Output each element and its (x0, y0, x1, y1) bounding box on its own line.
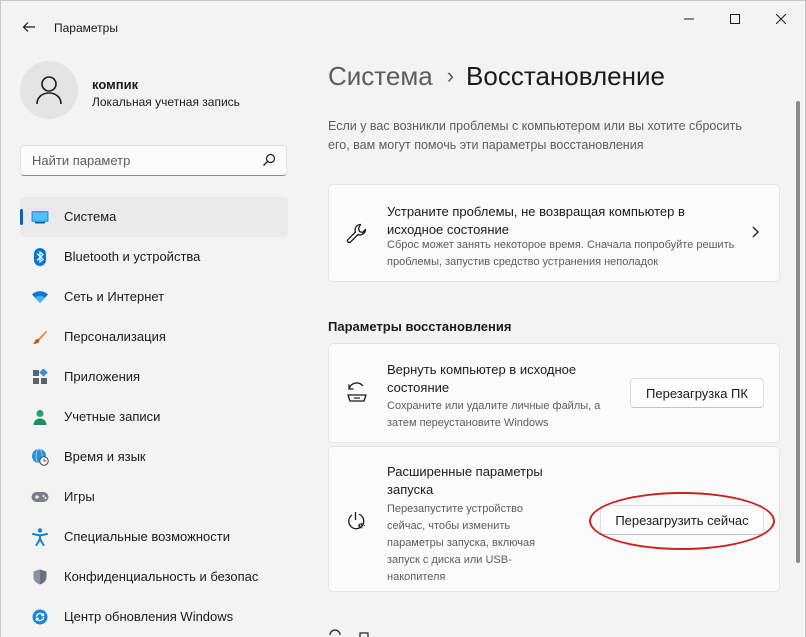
breadcrumb-separator: › (446, 63, 455, 88)
sidebar-item-personalization[interactable]: Персонализация (20, 317, 288, 357)
troubleshoot-description: Сброс может занять некоторое время. Снач… (387, 239, 735, 268)
shield-icon (31, 568, 49, 586)
sidebar-item-label: Система (64, 209, 117, 224)
section-title: Параметры восстановления (328, 319, 512, 334)
arrow-left-icon (22, 22, 35, 32)
maximize-button[interactable] (712, 7, 758, 31)
sidebar-item-system[interactable]: Система (20, 197, 288, 237)
wifi-icon (31, 288, 49, 306)
next-section-peek (328, 626, 388, 637)
person-icon (31, 408, 49, 426)
sidebar-item-label: Конфиденциальность и безопас (64, 569, 259, 584)
advanced-startup-description: Перезапустите устройство сейчас, чтобы и… (387, 503, 536, 583)
page-description: Если у вас возникли проблемы с компьютер… (328, 119, 742, 152)
reset-pc-button[interactable]: Перезагрузка ПК (630, 378, 764, 408)
sidebar-item-time-language[interactable]: Время и язык (20, 437, 288, 477)
sidebar-item-apps[interactable]: Приложения (20, 357, 288, 397)
sidebar-item-windows-update[interactable]: Центр обновления Windows (20, 597, 288, 637)
breadcrumb: Система › Восстановление (328, 61, 665, 97)
person-avatar-icon (36, 76, 62, 105)
gamepad-icon (31, 488, 49, 506)
restart-power-icon (345, 509, 369, 533)
page-title: Восстановление (466, 61, 665, 91)
reset-pc-description: Сохраните или удалите личные файлы, а за… (387, 400, 601, 429)
title-bar: Параметры (1, 1, 805, 49)
settings-window: Параметры компик Локальная учетная запис… (0, 0, 806, 637)
brush-icon (31, 328, 49, 346)
back-button[interactable] (15, 13, 43, 41)
reset-pc-icon (345, 380, 369, 404)
breadcrumb-parent[interactable]: Система (328, 61, 433, 91)
troubleshoot-card[interactable]: Устраните проблемы, не возвращая компьют… (328, 184, 780, 282)
troubleshoot-title: Устраните проблемы, не возвращая компьют… (387, 204, 685, 237)
sidebar-item-label: Персонализация (64, 329, 166, 344)
search-box[interactable] (20, 145, 287, 176)
reset-pc-card: Вернуть компьютер в исходное состояние С… (328, 343, 780, 443)
search-input[interactable] (21, 146, 286, 175)
sidebar-item-label: Время и язык (64, 449, 146, 464)
maximize-icon (730, 14, 740, 24)
app-title: Параметры (54, 21, 118, 35)
update-icon (31, 608, 49, 626)
bluetooth-icon (31, 248, 49, 266)
globe-clock-icon (31, 448, 49, 466)
sidebar-item-label: Специальные возможности (64, 529, 230, 544)
sidebar-item-label: Сеть и Интернет (64, 289, 165, 304)
sidebar-item-network[interactable]: Сеть и Интернет (20, 277, 288, 317)
sidebar-item-gaming[interactable]: Игры (20, 477, 288, 517)
advanced-startup-title: Расширенные параметры запуска (387, 464, 543, 497)
reset-pc-title: Вернуть компьютер в исходное состояние (387, 362, 577, 395)
sidebar-item-accounts[interactable]: Учетные записи (20, 397, 288, 437)
chevron-right-icon (752, 226, 759, 238)
restart-now-button[interactable]: Перезагрузить сейчас (600, 505, 764, 535)
sidebar-item-label: Центр обновления Windows (64, 609, 234, 624)
sidebar-item-label: Приложения (64, 369, 141, 384)
minimize-button[interactable] (666, 7, 712, 31)
scrollbar[interactable] (796, 101, 800, 563)
sidebar-nav: Система Bluetooth и устройства Сеть и Ин… (20, 197, 288, 637)
accessibility-icon (31, 528, 49, 546)
sidebar-item-label: Bluetooth и устройства (64, 249, 201, 264)
minimize-icon (684, 18, 694, 20)
sidebar-item-label: Игры (64, 489, 95, 504)
close-button[interactable] (758, 7, 804, 31)
sidebar-item-bluetooth[interactable]: Bluetooth и устройства (20, 237, 288, 277)
sidebar-item-accessibility[interactable]: Специальные возможности (20, 517, 288, 557)
user-profile[interactable]: компик Локальная учетная запись (20, 61, 300, 121)
advanced-startup-card: Расширенные параметры запуска Перезапуст… (328, 446, 780, 592)
sidebar-item-label: Учетные записи (64, 409, 161, 424)
user-name: компик (92, 77, 139, 92)
sidebar-item-privacy[interactable]: Конфиденциальность и безопас (20, 557, 288, 597)
search-icon[interactable] (262, 153, 276, 167)
system-display-icon (31, 208, 49, 226)
wrench-icon (345, 222, 369, 246)
avatar (20, 61, 78, 119)
close-icon (776, 14, 786, 24)
apps-icon (31, 368, 49, 386)
account-type: Локальная учетная запись (92, 95, 240, 109)
